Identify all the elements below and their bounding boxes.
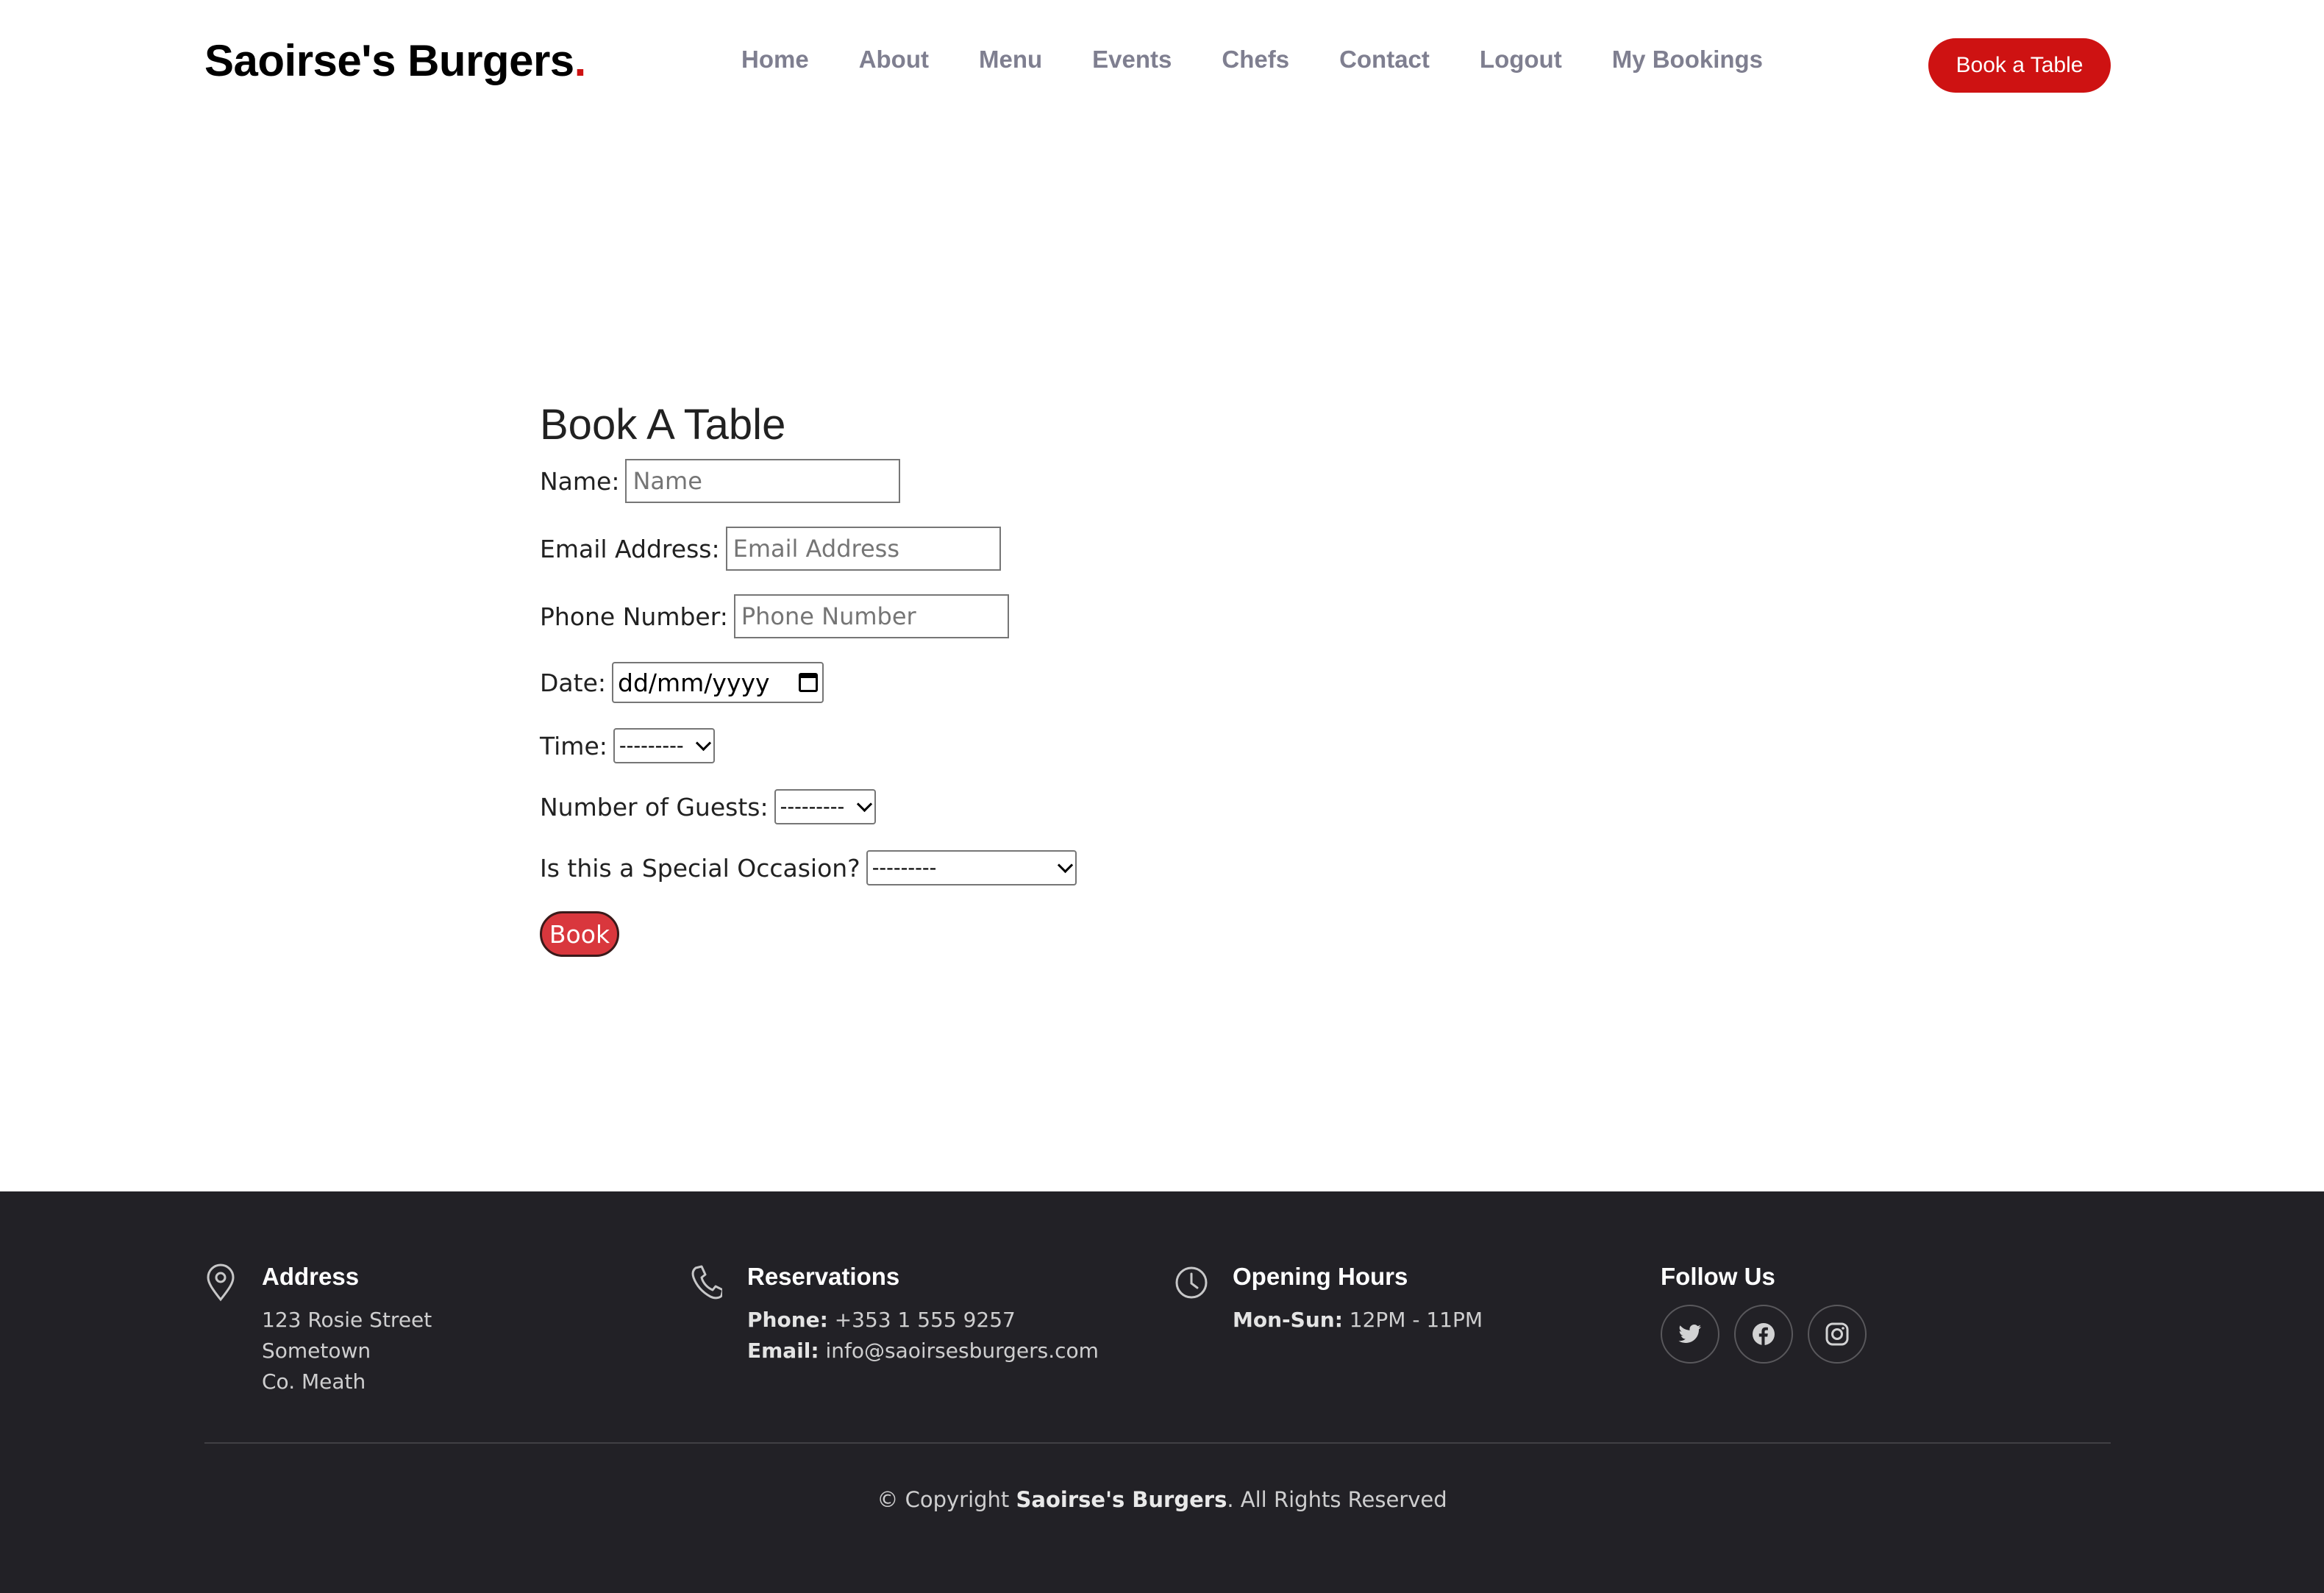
copyright-brand: Saoirse's Burgers [1016, 1487, 1227, 1512]
email-label: Email: [747, 1339, 819, 1363]
email-label: Email Address: [540, 534, 720, 563]
name-row: Name: Name [540, 459, 901, 503]
email-input[interactable]: Email Address [725, 527, 1001, 571]
copyright-prefix: © Copyright [877, 1487, 1016, 1512]
chevron-down-icon [695, 735, 711, 751]
address-heading: Address [262, 1263, 360, 1290]
nav-menu[interactable]: Menu [979, 46, 1042, 74]
chevron-down-icon [1057, 857, 1073, 873]
time-row: Time: --------- [540, 728, 715, 763]
logo-dot: . [574, 36, 587, 85]
calendar-icon[interactable] [799, 673, 818, 692]
follow-heading: Follow Us [1661, 1263, 1775, 1290]
phone-row: Phone Number: Phone Number [540, 594, 1009, 638]
book-submit-button[interactable]: Book [540, 911, 619, 957]
hours-line: Mon-Sun: 12PM - 11PM [1233, 1305, 1483, 1336]
time-value: --------- [619, 734, 684, 758]
booking-form: Book A Table Name: Name Email Address: E… [540, 396, 1202, 957]
occasion-value: --------- [872, 856, 937, 880]
nav-home[interactable]: Home [741, 46, 809, 74]
address-line: Co. Meath [262, 1369, 366, 1394]
facebook-link[interactable] [1734, 1305, 1793, 1364]
book-a-table-button[interactable]: Book a Table [1928, 38, 2111, 93]
clock-icon [1175, 1266, 1208, 1299]
logo-text: Saoirse's Burgers [204, 36, 574, 85]
reservations-phone: Phone: +353 1 555 9257 [747, 1305, 1099, 1336]
nav-events[interactable]: Events [1092, 46, 1172, 74]
phone-input[interactable]: Phone Number [733, 594, 1009, 638]
site-header: Saoirse's Burgers. Home About Menu Event… [0, 0, 2324, 129]
guests-label: Number of Guests: [540, 792, 769, 822]
date-row: Date: dd/mm/yyyy [540, 662, 824, 703]
social-links [1661, 1305, 1867, 1364]
nav-about[interactable]: About [859, 46, 929, 74]
occasion-row: Is this a Special Occasion? --------- [540, 850, 1077, 885]
nav-my-bookings[interactable]: My Bookings [1612, 46, 1763, 74]
date-value: dd/mm/yyyy [618, 668, 770, 697]
date-input[interactable]: dd/mm/yyyy [612, 662, 824, 703]
phone-label: Phone: [747, 1308, 828, 1332]
email-row: Email Address: Email Address [540, 527, 1001, 571]
guests-value: --------- [780, 795, 845, 819]
reservations-email: Email: info@saoirsesburgers.com [747, 1336, 1099, 1366]
main-nav: Home About Menu Events Chefs Contact Log… [741, 46, 1763, 74]
footer-follow: Follow Us [1661, 1262, 1867, 1364]
phone-value: +353 1 555 9257 [827, 1308, 1016, 1332]
guests-row: Number of Guests: --------- [540, 789, 876, 824]
address-line: Sometown [262, 1339, 371, 1363]
days-label: Mon-Sun: [1233, 1308, 1343, 1332]
name-input[interactable]: Name [625, 459, 901, 503]
facebook-icon [1753, 1323, 1775, 1345]
chevron-down-icon [856, 796, 872, 812]
map-pin-icon [207, 1264, 235, 1302]
date-label: Date: [540, 668, 606, 697]
footer-divider [204, 1442, 2111, 1444]
copyright: © Copyright Saoirse's Burgers. All Right… [0, 1487, 2324, 1512]
copyright-suffix: . All Rights Reserved [1227, 1487, 1447, 1512]
site-logo[interactable]: Saoirse's Burgers. [204, 35, 586, 86]
email-value: info@saoirsesburgers.com [819, 1339, 1099, 1363]
instagram-icon [1825, 1322, 1849, 1346]
site-footer: Address 123 Rosie Street Sometown Co. Me… [0, 1191, 2324, 1593]
phone-label: Phone Number: [540, 602, 728, 631]
nav-logout[interactable]: Logout [1480, 46, 1562, 74]
nav-contact[interactable]: Contact [1339, 46, 1430, 74]
hours-value: 12PM - 11PM [1342, 1308, 1483, 1332]
nav-chefs[interactable]: Chefs [1222, 46, 1289, 74]
occasion-select[interactable]: --------- [866, 850, 1077, 885]
reservations-heading: Reservations [747, 1263, 900, 1290]
twitter-icon [1678, 1325, 1701, 1343]
page-title: Book A Table [540, 401, 786, 449]
twitter-link[interactable] [1661, 1305, 1719, 1364]
time-select[interactable]: --------- [613, 728, 715, 763]
guests-select[interactable]: --------- [774, 789, 876, 824]
instagram-link[interactable] [1808, 1305, 1867, 1364]
occasion-label: Is this a Special Occasion? [540, 853, 860, 883]
hours-heading: Opening Hours [1233, 1263, 1408, 1290]
phone-icon [691, 1265, 722, 1300]
address-line: 123 Rosie Street [262, 1308, 432, 1332]
time-label: Time: [540, 731, 607, 760]
name-label: Name: [540, 466, 620, 496]
